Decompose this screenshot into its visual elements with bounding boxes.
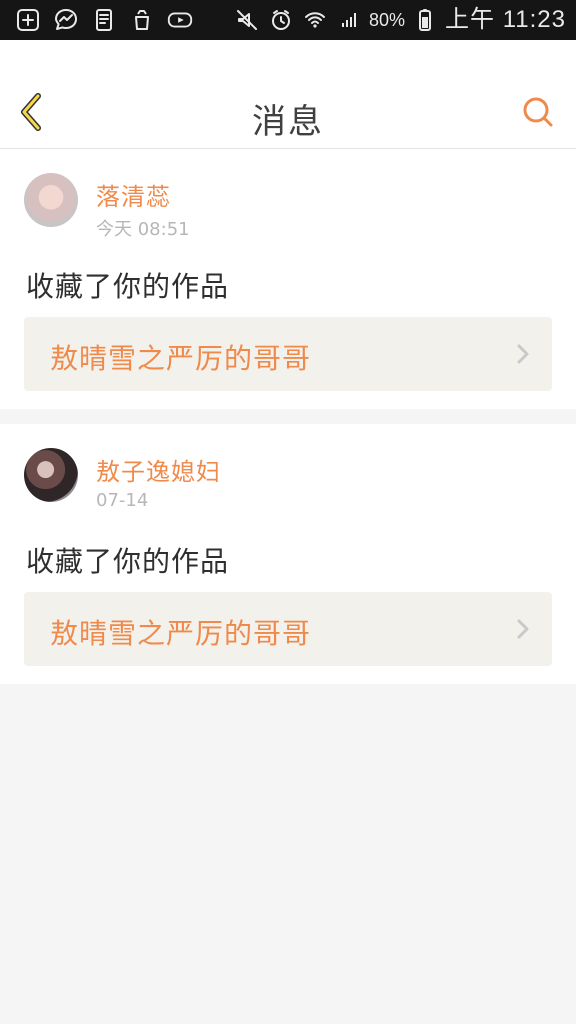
message-action-text: 收藏了你的作品 (26, 270, 230, 303)
search-button[interactable] (522, 96, 554, 128)
work-link[interactable]: 敖晴雪之严厉的哥哥 (24, 592, 552, 666)
doc-icon (90, 7, 118, 33)
status-left-icons (14, 7, 194, 33)
recycle-icon (128, 7, 156, 33)
battery-icon (411, 7, 439, 33)
chevron-right-icon (517, 344, 529, 364)
battery-percent: 80% (369, 10, 406, 30)
status-bar: 80% 上午 11:23 (0, 0, 576, 40)
status-time: 上午 11:23 (445, 6, 566, 33)
message-card: 敖子逸媳妇 07-14 收藏了你的作品 敖晴雪之严厉的哥哥 (0, 424, 576, 684)
wifi-icon (301, 7, 329, 33)
message-time: 今天 08:51 (96, 219, 190, 240)
avatar[interactable] (24, 448, 78, 502)
alarm-icon (267, 7, 295, 33)
page-title: 消息 (252, 102, 324, 142)
message-action-text: 收藏了你的作品 (26, 545, 230, 578)
message-card: 落清蕊 今天 08:51 收藏了你的作品 敖晴雪之严厉的哥哥 (0, 149, 576, 409)
work-title: 敖晴雪之严厉的哥哥 (50, 617, 312, 650)
work-link[interactable]: 敖晴雪之严厉的哥哥 (24, 317, 552, 391)
add-icon (14, 7, 42, 33)
avatar[interactable] (24, 173, 78, 227)
status-right-icons: 80% 上午 11:23 (233, 6, 566, 34)
message-time: 07-14 (96, 490, 149, 511)
mute-icon (233, 7, 261, 33)
search-icon (523, 97, 553, 127)
work-title: 敖晴雪之严厉的哥哥 (50, 342, 312, 375)
username[interactable]: 落清蕊 (96, 177, 171, 212)
chevron-right-icon (517, 619, 529, 639)
signal-icon (335, 7, 363, 33)
messenger-icon (52, 7, 80, 33)
username[interactable]: 敖子逸媳妇 (96, 452, 221, 487)
youtube-icon (166, 7, 194, 33)
top-app-bar: 消息 (0, 40, 576, 149)
